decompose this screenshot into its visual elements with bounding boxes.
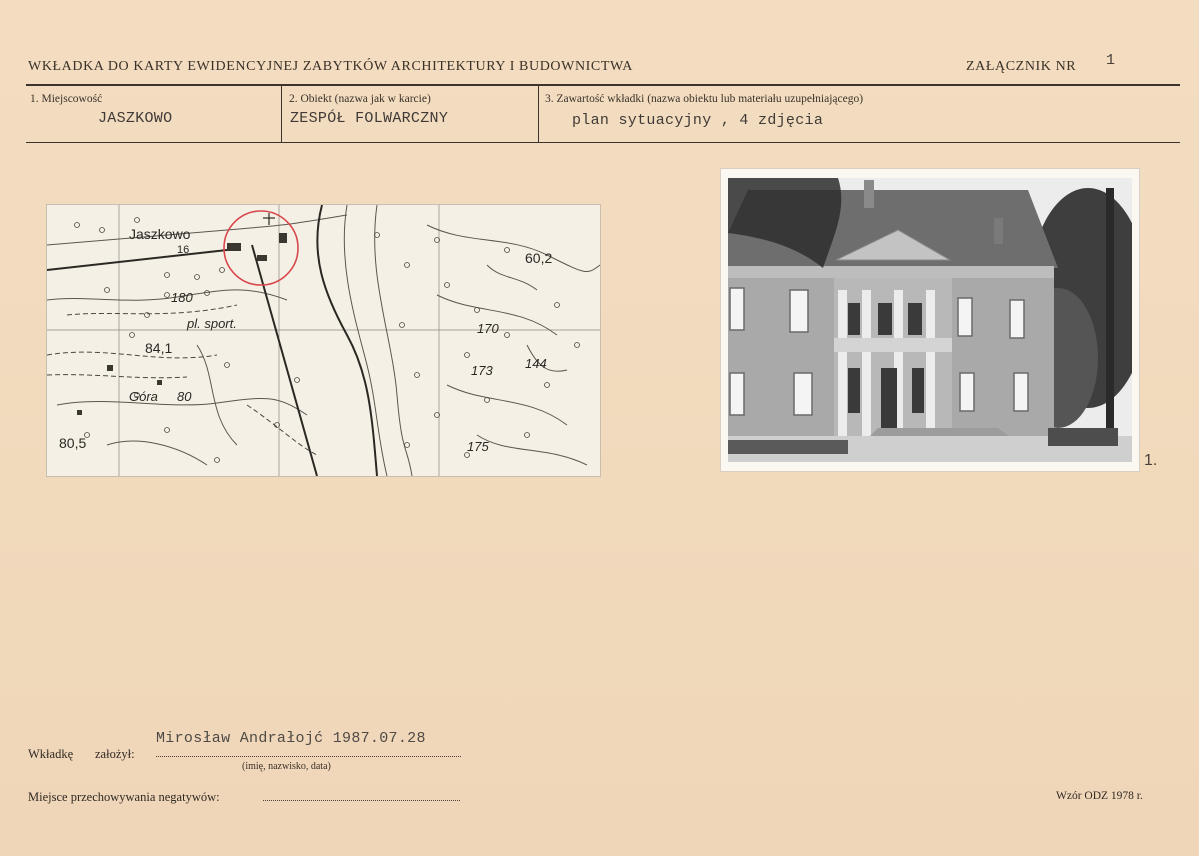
record-card: WKŁADKA DO KARTY EWIDENCYJNEJ ZABYTKÓW A… — [0, 0, 1199, 856]
map-label-175: 175 — [467, 439, 489, 454]
header-rule-top — [26, 84, 1180, 86]
field-locality-label: 1. Miejscowość — [30, 93, 103, 105]
map-label-170: 170 — [477, 321, 499, 336]
author-label-part2: założył: — [95, 747, 135, 761]
map-label-180: 180 — [171, 290, 193, 305]
field-divider-2 — [538, 86, 539, 142]
document-title: WKŁADKA DO KARTY EWIDENCYJNEJ ZABYTKÓW A… — [28, 59, 633, 74]
map-label-84-1: 84,1 — [145, 340, 172, 356]
map-label-16: 16 — [177, 244, 189, 256]
map-label-80-5: 80,5 — [59, 435, 86, 451]
map-label-60-2: 60,2 — [525, 250, 552, 266]
attachment-label: ZAŁĄCZNIK NR — [966, 59, 1077, 74]
manor-photo-drawing — [728, 178, 1132, 462]
author-value: Mirosław Andrałojć 1987.07.28 — [156, 730, 426, 747]
map-label-pl-sport: pl. sport. — [186, 316, 237, 331]
manor-photo — [728, 178, 1132, 462]
form-id: Wzór ODZ 1978 r. — [1056, 790, 1143, 802]
field-locality-value: JASZKOWO — [98, 110, 173, 127]
field-object-value: ZESPÓŁ FOLWARCZNY — [290, 110, 449, 127]
map-label-173: 173 — [471, 363, 493, 378]
map-label-gora: Góra — [129, 389, 158, 404]
field-contents-value: plan sytuacyjny , 4 zdjęcia — [572, 112, 824, 129]
photo-number: 1. — [1144, 452, 1158, 469]
site-map: Jaszkowo 16 60,2 180 pl. sport. 84,1 170… — [46, 204, 601, 477]
map-label-jaszkowo: Jaszkowo — [129, 226, 191, 242]
author-dotted-line — [156, 756, 461, 757]
field-object-label: 2. Obiekt (nazwa jak w karcie) — [289, 93, 431, 105]
author-label-part1: Wkładkę — [28, 747, 74, 761]
header-rule-bottom — [26, 142, 1180, 143]
field-contents-label: 3. Zawartość wkładki (nazwa obiektu lub … — [545, 93, 864, 105]
map-label-144: 144 — [525, 356, 547, 371]
negatives-label: Miejsce przechowywania negatywów: — [28, 790, 220, 804]
map-drawing: Jaszkowo 16 60,2 180 pl. sport. 84,1 170… — [47, 205, 600, 476]
attachment-number: 1 — [1106, 52, 1116, 69]
field-divider-1 — [281, 86, 282, 142]
map-label-80: 80 — [177, 389, 192, 404]
photo-frame — [720, 168, 1140, 472]
negatives-dotted-line — [263, 800, 460, 801]
author-caption: (imię, nazwisko, data) — [242, 761, 331, 772]
